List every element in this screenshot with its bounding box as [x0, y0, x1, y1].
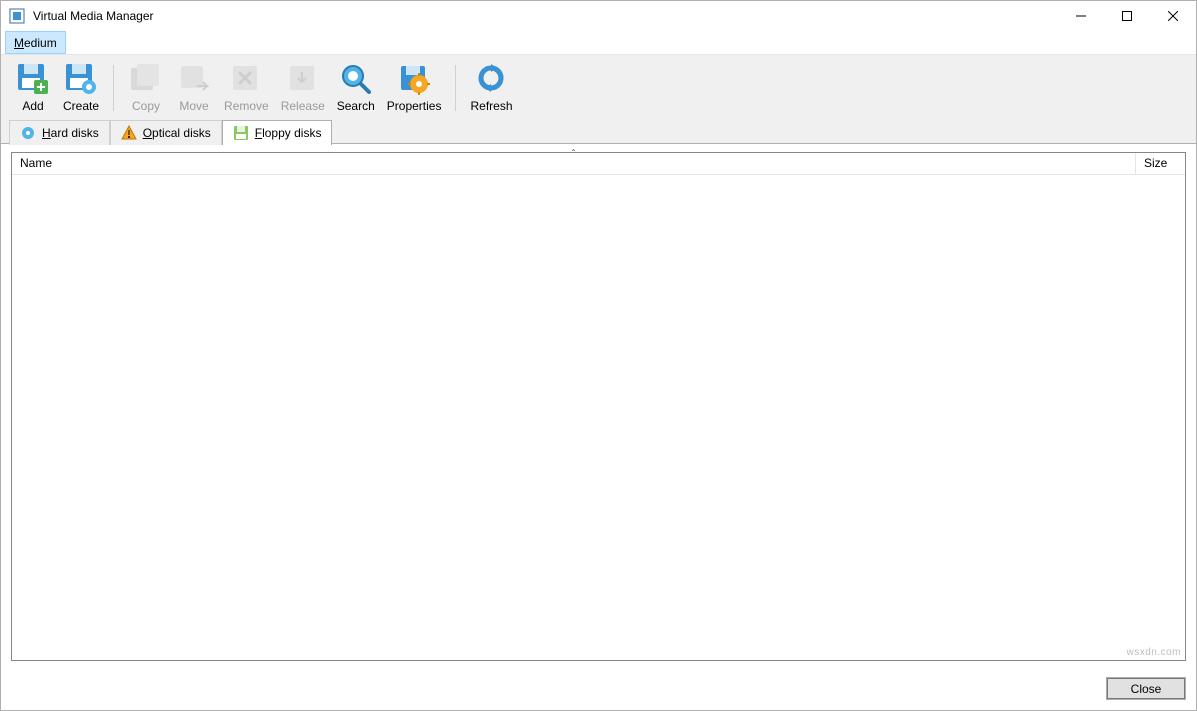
close-window-button[interactable] [1150, 1, 1196, 31]
window-title: Virtual Media Manager [33, 9, 1058, 23]
hard-disk-icon [20, 125, 36, 141]
content-area: ⌃ Name Size wsxdn.com [1, 143, 1196, 669]
media-list: ⌃ Name Size wsxdn.com [11, 152, 1186, 661]
create-button[interactable]: Create [57, 59, 105, 117]
toolbar-label: Remove [224, 99, 269, 113]
column-header-name[interactable]: ⌃ Name [12, 153, 1135, 174]
menu-medium[interactable]: Medium [5, 31, 66, 54]
warning-icon [121, 125, 137, 141]
move-button: Move [170, 59, 218, 117]
tab-floppy-disks[interactable]: Floppy disks [222, 120, 333, 145]
floppy-release-icon [285, 61, 321, 97]
toolbar-label: Properties [387, 99, 442, 113]
button-label: Close [1131, 682, 1162, 696]
close-button[interactable]: Close [1106, 677, 1186, 700]
properties-button[interactable]: Properties [381, 59, 448, 117]
list-header: ⌃ Name Size [12, 153, 1185, 175]
toolbar-separator [113, 65, 114, 111]
toolbar-separator [455, 65, 456, 111]
copy-button: Copy [122, 59, 170, 117]
toolbar-label: Search [337, 99, 375, 113]
remove-button: Remove [218, 59, 275, 117]
toolbar: Add Create Copy Move [1, 55, 1196, 120]
tab-label: Hard disks [42, 126, 99, 140]
floppy-move-icon [176, 61, 212, 97]
tab-hard-disks[interactable]: Hard disks [9, 120, 110, 145]
window-frame: Virtual Media Manager Medium Add Create [0, 0, 1197, 711]
search-button[interactable]: Search [331, 59, 381, 117]
column-label: Size [1144, 156, 1167, 170]
minimize-button[interactable] [1058, 1, 1104, 31]
tab-label: Floppy disks [255, 126, 322, 140]
floppy-add-icon [15, 61, 51, 97]
toolbar-label: Copy [132, 99, 160, 113]
footer: Close [1, 669, 1196, 710]
toolbar-label: Create [63, 99, 99, 113]
floppy-copy-icon [128, 61, 164, 97]
tab-optical-disks[interactable]: Optical disks [110, 120, 222, 145]
list-body[interactable] [12, 175, 1185, 660]
search-icon [338, 61, 374, 97]
tabs: Hard disks Optical disks Floppy disks [1, 119, 1196, 144]
menubar: Medium [1, 31, 1196, 55]
toolbar-label: Refresh [470, 99, 512, 113]
app-icon [9, 8, 25, 24]
column-label: Name [20, 156, 52, 170]
properties-icon [396, 61, 432, 97]
watermark-text: wsxdn.com [1126, 647, 1181, 658]
maximize-button[interactable] [1104, 1, 1150, 31]
tab-label: Optical disks [143, 126, 211, 140]
refresh-button[interactable]: Refresh [464, 59, 518, 117]
toolbar-label: Release [281, 99, 325, 113]
add-button[interactable]: Add [9, 59, 57, 117]
toolbar-label: Add [22, 99, 43, 113]
window-controls [1058, 1, 1196, 31]
release-button: Release [275, 59, 331, 117]
floppy-remove-icon [228, 61, 264, 97]
sort-indicator-icon: ⌃ [570, 148, 577, 157]
column-header-size[interactable]: Size [1135, 153, 1185, 174]
floppy-icon [233, 125, 249, 141]
refresh-icon [474, 61, 510, 97]
titlebar: Virtual Media Manager [1, 1, 1196, 31]
floppy-create-icon [63, 61, 99, 97]
toolbar-label: Move [179, 99, 208, 113]
